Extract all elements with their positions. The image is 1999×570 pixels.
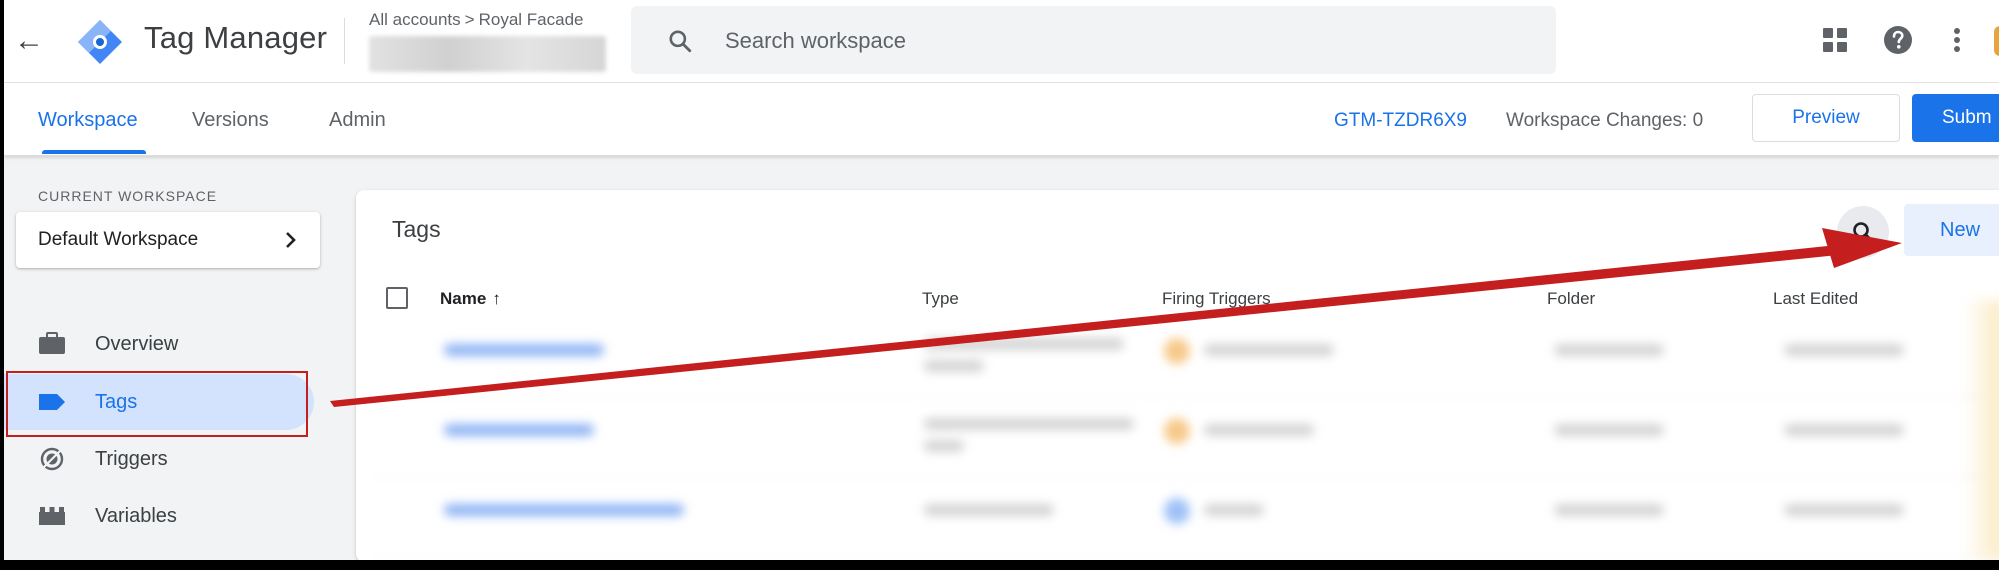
tag-manager-app: ← Tag Manager All accounts > Royal Facade	[4, 0, 1999, 560]
annotation-arrow	[330, 228, 1902, 407]
